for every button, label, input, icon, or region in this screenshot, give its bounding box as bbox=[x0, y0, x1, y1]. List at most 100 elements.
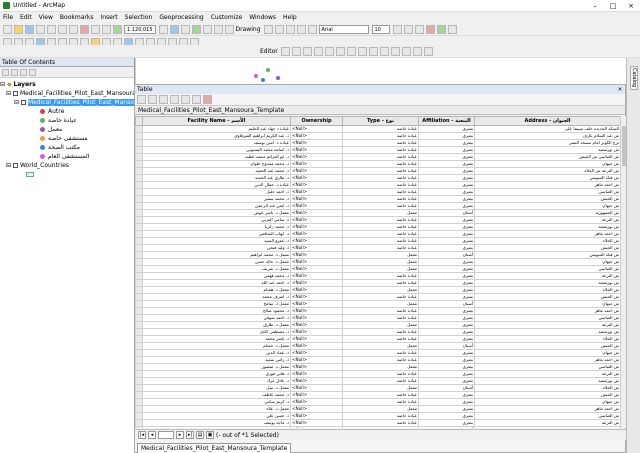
cell-type[interactable]: عيادة خاصة bbox=[342, 230, 419, 238]
first-record-button[interactable]: |◂ bbox=[138, 431, 146, 439]
col-address[interactable]: Address - العنوان bbox=[474, 116, 620, 126]
cell-affiliation[interactable]: بشري bbox=[418, 321, 475, 329]
row-selector[interactable] bbox=[135, 321, 143, 329]
cell-type[interactable]: عيادة خاصة bbox=[342, 223, 419, 231]
cell-address[interactable]: ش جيهان bbox=[474, 258, 620, 266]
row-selector[interactable] bbox=[135, 412, 143, 420]
delete-icon[interactable] bbox=[80, 24, 89, 34]
row-selector[interactable] bbox=[135, 125, 143, 133]
table-row[interactable]: د. محمود صالح <Null> عيادة خاصة بشري ش احمد … bbox=[135, 307, 620, 315]
cell-facility-name[interactable]: د. ماجد يوسف bbox=[142, 419, 291, 427]
cell-facility-name[interactable]: د. محمد زكريا bbox=[142, 223, 291, 231]
table-row[interactable]: عيادة د. جمال الدين <Null> عيادة خاصة بشري ش… bbox=[135, 181, 620, 189]
previous-record-button[interactable]: ◂ bbox=[148, 431, 156, 439]
cell-affiliation[interactable]: بشري bbox=[418, 216, 475, 224]
cell-facility-name[interactable]: معمل د. علاء bbox=[142, 405, 291, 413]
split-icon[interactable] bbox=[379, 46, 389, 56]
cell-address[interactable]: ش الترعة ش الجلاء bbox=[474, 167, 620, 175]
cell-type[interactable]: عيادة خاصة bbox=[342, 174, 419, 182]
cell-ownership[interactable]: <Null> bbox=[290, 174, 343, 182]
row-selector[interactable] bbox=[135, 370, 143, 378]
cell-type[interactable]: عيادة خاصة bbox=[342, 153, 419, 161]
table-row[interactable]: د. عبد الكريم ابراهيم الشرقاوي <Null> عياد… bbox=[135, 132, 620, 140]
cell-type[interactable]: عيادة خاصة bbox=[342, 132, 419, 140]
table-row[interactable]: معمل د. نبيل <Null> معمل أسنان ش الجلاء bbox=[135, 384, 620, 392]
cell-address[interactable]: ش الترعة bbox=[474, 370, 620, 378]
cell-facility-name[interactable]: د. محمد سمير bbox=[142, 195, 291, 203]
table-row[interactable]: د. ابو العزائم محمد عطيه <Null> عيادة خاصة… bbox=[135, 153, 620, 161]
cell-address[interactable]: ش الجمهورية bbox=[474, 209, 620, 217]
cell-facility-name[interactable]: معمل د. هشام bbox=[142, 286, 291, 294]
cell-address[interactable]: ش الترعة bbox=[474, 321, 620, 329]
cell-type[interactable]: معمل bbox=[342, 321, 419, 329]
cell-address[interactable]: ش جيهان bbox=[474, 398, 620, 406]
cell-ownership[interactable]: <Null> bbox=[290, 230, 343, 238]
row-selector[interactable] bbox=[135, 146, 143, 154]
table-row[interactable]: د. اسامة محمد البسيوني <Null> عيادة خاصة بش… bbox=[135, 146, 620, 154]
cell-affiliation[interactable]: بشري bbox=[418, 237, 475, 245]
cell-type[interactable]: عيادة خاصة bbox=[342, 314, 419, 322]
cell-ownership[interactable]: <Null> bbox=[290, 146, 343, 154]
cut-polygons-icon[interactable] bbox=[368, 46, 378, 56]
table-of-contents-icon[interactable] bbox=[169, 24, 179, 34]
cell-ownership[interactable]: <Null> bbox=[290, 405, 343, 413]
row-selector[interactable] bbox=[135, 363, 143, 371]
table-row[interactable]: د. محمد عبد الحميد <Null> عيادة خاصة بشري ش … bbox=[135, 167, 620, 175]
cell-address[interactable]: ش بورسعيد bbox=[474, 377, 620, 385]
cell-address[interactable]: ش العباسي bbox=[474, 314, 620, 322]
point-icon[interactable] bbox=[335, 46, 345, 56]
cell-address[interactable]: ش العباسي bbox=[474, 188, 620, 196]
table-row[interactable]: د. عمرو السيد <Null> عيادة خاصة بشري ش الجلا… bbox=[135, 237, 620, 245]
layer-group-node[interactable]: ⊟ Medical_Facilities_Pilot_East_Mansoura… bbox=[0, 89, 152, 98]
cell-facility-name[interactable]: معمل د. خالد حسن bbox=[142, 258, 291, 266]
cell-type[interactable]: معمل bbox=[342, 258, 419, 266]
cell-affiliation[interactable]: بشري bbox=[418, 335, 475, 343]
table-row[interactable]: معمل د. خالد حسن <Null> معمل بشري ش جيهان bbox=[135, 258, 620, 266]
font-size-combo[interactable]: 10 bbox=[371, 24, 390, 34]
open-icon[interactable] bbox=[14, 24, 23, 34]
map-point[interactable] bbox=[261, 78, 265, 82]
cell-affiliation[interactable]: بشري bbox=[418, 307, 475, 315]
cell-type[interactable]: معمل bbox=[342, 363, 419, 371]
table-row[interactable]: د. سامي العزبي <Null> عيادة خاصة بشري ش التر… bbox=[135, 216, 620, 224]
undo-icon[interactable] bbox=[91, 24, 100, 34]
cell-address[interactable]: ش الجلاء bbox=[474, 335, 620, 343]
cell-affiliation[interactable]: بشري bbox=[418, 419, 475, 427]
cell-type[interactable]: عيادة خاصة bbox=[342, 237, 419, 245]
cell-affiliation[interactable]: بشري bbox=[418, 272, 475, 280]
cell-type[interactable]: معمل bbox=[342, 265, 419, 273]
cell-affiliation[interactable]: بشري bbox=[418, 223, 475, 231]
drawing-label[interactable]: Drawing bbox=[236, 26, 261, 33]
table-row[interactable]: د. عادل مراد <Null> عيادة خاصة بشري ش بورسعي… bbox=[135, 377, 620, 385]
cell-ownership[interactable]: <Null> bbox=[290, 258, 343, 266]
row-selector[interactable] bbox=[135, 426, 143, 428]
cell-affiliation[interactable]: بشري bbox=[418, 195, 475, 203]
cell-ownership[interactable]: <Null> bbox=[290, 237, 343, 245]
last-record-button[interactable]: ▸| bbox=[186, 431, 194, 439]
editor-toolbar-icon[interactable] bbox=[158, 24, 168, 34]
table-row[interactable]: د. محمد ممدوح علوان <Null> عيادة خاصة بشري ش… bbox=[135, 160, 620, 168]
row-selector[interactable] bbox=[135, 293, 143, 301]
rotate-icon[interactable] bbox=[274, 24, 284, 34]
map-point[interactable] bbox=[254, 74, 258, 78]
copy-icon[interactable] bbox=[58, 24, 67, 34]
python-icon[interactable] bbox=[213, 24, 223, 34]
menu-edit[interactable]: Edit bbox=[20, 14, 32, 21]
table-tab[interactable]: Medical_Facilities_Pilot_East_Mansoura_T… bbox=[137, 443, 292, 453]
row-selector[interactable] bbox=[135, 384, 143, 392]
row-selector[interactable] bbox=[135, 167, 143, 175]
cell-affiliation[interactable]: بشري bbox=[418, 286, 475, 294]
edit-annotation-icon[interactable] bbox=[291, 46, 301, 56]
cell-type[interactable]: عيادة خاصة bbox=[342, 370, 419, 378]
cell-facility-name[interactable]: د. احمد عبد الله bbox=[142, 279, 291, 287]
cell-type[interactable]: عيادة خاصة bbox=[342, 272, 419, 280]
cell-type[interactable]: عيادة خاصة bbox=[342, 349, 419, 357]
cell-facility-name[interactable]: د. طارق عبد الحميد bbox=[142, 174, 291, 182]
table-row[interactable]: د. ايهاب الشافعي <Null> عيادة خاصة بشري ش اح… bbox=[135, 230, 620, 238]
row-selector[interactable] bbox=[135, 188, 143, 196]
endpoint-arc-icon[interactable] bbox=[313, 46, 323, 56]
table-row[interactable]: د. اشرف محمد <Null> عيادة خاصة بشري ش الجيش bbox=[135, 293, 620, 301]
cell-facility-name[interactable]: د. محمد فهمي bbox=[142, 272, 291, 280]
cell-affiliation[interactable]: بشري bbox=[418, 125, 475, 133]
cell-type[interactable]: عيادة خاصة bbox=[342, 146, 419, 154]
